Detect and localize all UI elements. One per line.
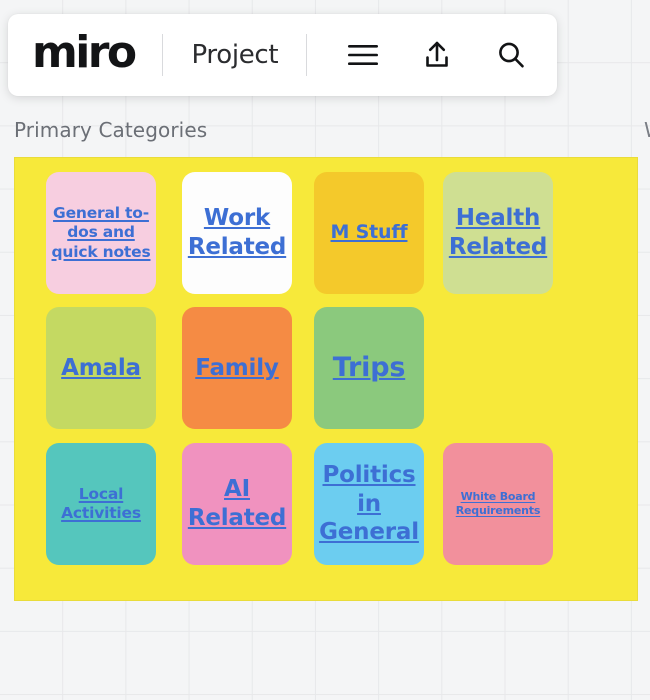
sticky-note-label[interactable]: M Stuff xyxy=(331,221,408,245)
sticky-note[interactable]: Work Related xyxy=(182,172,292,294)
project-name-label[interactable]: Project xyxy=(191,40,278,70)
share-upload-icon[interactable] xyxy=(415,33,459,77)
search-icon[interactable] xyxy=(489,33,533,77)
sticky-note[interactable]: General to- dos and quick notes xyxy=(46,172,156,294)
board-canvas[interactable]: Primary Categories W General to- dos and… xyxy=(0,0,650,700)
frame-title[interactable]: Primary Categories xyxy=(14,118,207,142)
sticky-note[interactable]: Local Activities xyxy=(46,443,156,565)
sticky-note[interactable]: Politics in General xyxy=(314,443,424,565)
sticky-note-label[interactable]: Work Related xyxy=(188,204,287,261)
sticky-note-label[interactable]: Local Activities xyxy=(61,485,141,523)
sticky-note-label[interactable]: White Board Requirements xyxy=(456,490,541,517)
sticky-note-label[interactable]: Health Related xyxy=(449,204,548,261)
primary-categories-frame[interactable]: General to- dos and quick notes Work Rela… xyxy=(14,157,638,601)
sticky-note[interactable]: Health Related xyxy=(443,172,553,294)
sticky-note-label[interactable]: Politics in General xyxy=(319,461,419,547)
sticky-note[interactable]: M Stuff xyxy=(314,172,424,294)
frame-title-partial-right: W xyxy=(644,118,650,142)
toolbar-divider-1 xyxy=(162,34,164,76)
toolbar-divider-2 xyxy=(306,34,308,76)
hamburger-menu-icon[interactable] xyxy=(341,33,385,77)
sticky-note-label[interactable]: General to- dos and quick notes xyxy=(52,204,151,262)
sticky-note[interactable]: Family xyxy=(182,307,292,429)
sticky-note-label[interactable]: AI Related xyxy=(188,475,287,532)
sticky-note[interactable]: Trips xyxy=(314,307,424,429)
sticky-note[interactable]: White Board Requirements xyxy=(443,443,553,565)
sticky-note-label[interactable]: Amala xyxy=(61,354,141,383)
top-toolbar: miro Project xyxy=(8,14,557,96)
miro-logo[interactable]: miro xyxy=(32,31,137,79)
sticky-note-label[interactable]: Trips xyxy=(333,351,406,384)
sticky-note[interactable]: AI Related xyxy=(182,443,292,565)
sticky-note[interactable]: Amala xyxy=(46,307,156,429)
sticky-note-label[interactable]: Family xyxy=(195,354,279,383)
